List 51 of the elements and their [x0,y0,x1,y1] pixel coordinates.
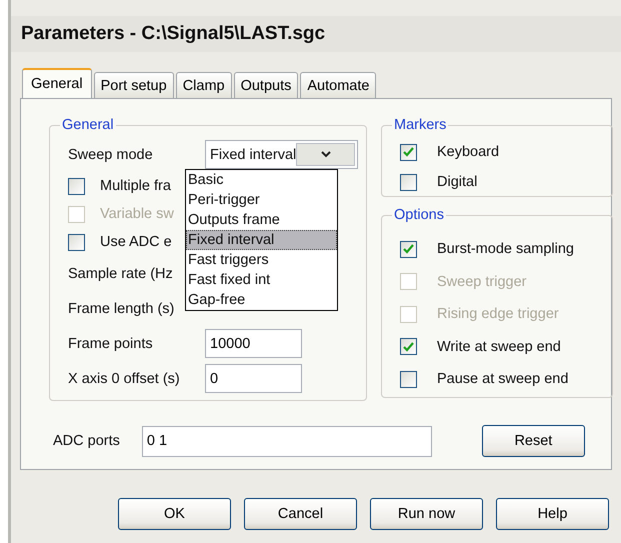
dialog-button[interactable]: Run now [370,498,483,530]
dropdown-option[interactable]: Peri-trigger [186,190,337,210]
field-label: Sample rate (Hz [68,266,173,282]
dropdown-option[interactable]: Fixed interval [186,230,337,250]
checkbox[interactable] [400,240,417,258]
checkbox-label: Keyboard [437,144,500,160]
checkbox[interactable] [400,338,417,356]
reset-button[interactable]: Reset [482,425,585,457]
tab[interactable]: Port setup [94,72,174,98]
checkbox-label: Use ADC e [100,234,172,250]
tab[interactable]: General [22,68,92,98]
input-field[interactable]: 0 [205,364,302,393]
checkbox[interactable] [400,370,417,388]
dropdown-option[interactable]: Outputs frame [186,210,337,230]
field-label: X axis 0 offset (s) [68,370,180,386]
dropdown[interactable]: Fixed interval [205,140,358,169]
checkbox-label: Write at sweep end [437,338,561,355]
field-label: ADC ports [53,433,120,449]
dropdown-option[interactable]: Gap-free [186,290,337,310]
check-icon [403,342,414,352]
checkbox-label: Sweep trigger [437,274,526,290]
checkbox[interactable] [400,174,417,190]
checkbox-label: Multiple fra [100,178,171,194]
dropdown-option[interactable]: Fast fixed int [186,270,337,290]
checkbox-label: Digital [437,174,478,190]
window-title: Parameters - C:\Signal5\LAST.sgc [11,16,621,52]
dialog-button[interactable]: Help [496,498,609,530]
group-title: Markers [393,117,448,133]
checkbox[interactable] [68,178,85,194]
check-icon [403,244,414,254]
dropdown-option[interactable]: Fast triggers [186,250,337,270]
dropdown-option[interactable]: Basic [186,170,337,190]
checkbox[interactable] [400,144,417,160]
input-field[interactable]: 0 1 [142,426,432,456]
checkbox[interactable] [68,234,85,250]
checkbox-label: Burst-mode sampling [437,241,574,258]
field-label: Sweep mode [68,146,153,162]
group-title: General [61,117,115,133]
tab[interactable]: Automate [300,72,376,98]
tab[interactable]: Outputs [234,72,298,98]
checkbox-label: Pause at sweep end [437,371,568,388]
field-label: Frame points [68,336,153,352]
dialog-button[interactable]: Cancel [244,498,357,530]
group-title: Options [393,207,445,223]
field-label: Frame length (s) [68,300,174,316]
input-field[interactable]: 10000 [205,329,302,358]
checkbox-label: Variable sw [100,206,174,222]
check-icon [403,147,414,157]
dialog-button[interactable]: OK [118,498,231,530]
tab[interactable]: Clamp [176,72,232,98]
checkbox-label: Rising edge trigger [437,306,559,322]
